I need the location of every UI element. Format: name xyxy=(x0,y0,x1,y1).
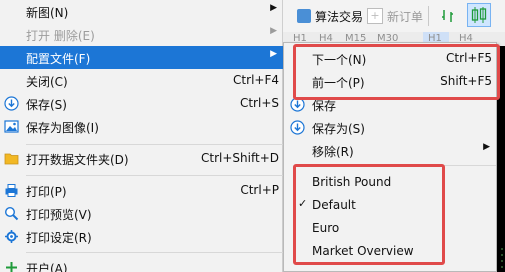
candlestick-chart-button[interactable] xyxy=(467,3,491,27)
menu-item-print-preview[interactable]: 打印预览(V) xyxy=(0,202,283,225)
submenu-item-prev-profile[interactable]: 前一个(P) Shift+F5 xyxy=(284,70,496,93)
algo-trading-button[interactable]: 算法交易 xyxy=(297,6,363,26)
submenu-divider xyxy=(312,165,496,166)
menu-item-open-data-folder[interactable]: 打开数据文件夹(D) Ctrl+Shift+D xyxy=(0,147,283,170)
menu-item-save-as-image[interactable]: 保存为图像(I) xyxy=(0,115,283,138)
submenu-item-profile-euro[interactable]: Euro xyxy=(284,217,496,240)
folder-icon xyxy=(4,153,19,165)
menu-item-label: 打印设定(R) xyxy=(26,231,92,245)
menu-item-shortcut: Ctrl+S xyxy=(239,96,279,110)
submenu-arrow-icon: ▶ xyxy=(483,142,490,152)
submenu-item-label: 下一个(N) xyxy=(312,53,367,67)
toolbar-divider xyxy=(428,6,429,26)
algo-trading-icon xyxy=(297,9,311,23)
menu-item-open-account[interactable]: 开户(A) xyxy=(0,256,283,272)
menu-divider xyxy=(26,144,283,145)
submenu-item-label: 前一个(P) xyxy=(312,76,365,90)
menu-divider xyxy=(26,252,283,253)
menu-item-label: 新图(N) xyxy=(26,6,69,20)
plus-icon: + xyxy=(367,8,383,24)
menu-item-label: 配置文件(F) xyxy=(26,52,91,66)
submenu-item-profile-market-overview[interactable]: Market Overview xyxy=(284,240,496,263)
image-icon xyxy=(4,120,19,133)
add-account-icon xyxy=(6,262,17,272)
candlestick-icon xyxy=(471,7,487,23)
submenu-item-save[interactable]: 保存 xyxy=(284,93,496,116)
menu-item-label: 关闭(C) xyxy=(26,75,68,89)
submenu-item-label: 保存为(S) xyxy=(312,122,365,136)
submenu-item-label: Euro xyxy=(312,221,340,235)
submenu-item-label: 移除(R) xyxy=(312,145,354,159)
bar-chart-icon[interactable] xyxy=(439,7,457,25)
menu-item-new-chart[interactable]: 新图(N) ▶ xyxy=(0,0,283,23)
menu-divider xyxy=(26,175,283,176)
menu-item-label: 保存为图像(I) xyxy=(26,121,99,135)
submenu-item-profile-default[interactable]: ✓ Default xyxy=(284,194,496,217)
menu-item-label: 开户(A) xyxy=(26,262,68,272)
submenu-item-save-as[interactable]: 保存为(S) xyxy=(284,116,496,139)
menu-item-label: 打开数据文件夹(D) xyxy=(26,153,129,167)
menu-item-label: 打印(P) xyxy=(26,185,67,199)
print-settings-icon xyxy=(5,230,18,243)
save-icon xyxy=(290,97,305,112)
save-icon xyxy=(4,96,19,111)
toolbar: 算法交易 + 新订单 xyxy=(283,0,505,33)
submenu-item-shortcut: Ctrl+F5 xyxy=(446,51,492,65)
submenu-arrow-icon: ▶ xyxy=(270,26,277,36)
menu-item-print[interactable]: 打印(P) Ctrl+P xyxy=(0,179,283,202)
algo-trading-label: 算法交易 xyxy=(315,9,364,24)
submenu-item-label: Market Overview xyxy=(312,244,414,258)
menu-item-shortcut: Ctrl+F4 xyxy=(233,73,279,87)
print-icon xyxy=(5,184,18,197)
file-menu: 新图(N) ▶ 打开 删除(E) ▶ 配置文件(F) ▶ 关闭(C) Ctrl+… xyxy=(0,0,283,272)
new-order-button[interactable]: + 新订单 xyxy=(367,6,423,26)
menu-item-shortcut: Ctrl+P xyxy=(240,183,279,197)
submenu-item-label: Default xyxy=(312,198,356,212)
menu-item-label: 打印预览(V) xyxy=(26,208,92,222)
save-as-icon xyxy=(290,120,305,135)
menu-item-print-settings[interactable]: 打印设定(R) xyxy=(0,225,283,248)
print-preview-icon xyxy=(4,206,19,221)
submenu-item-shortcut: Shift+F5 xyxy=(440,74,492,88)
menu-item-shortcut: Ctrl+Shift+D xyxy=(201,151,279,165)
menu-item-close[interactable]: 关闭(C) Ctrl+F4 xyxy=(0,69,283,92)
submenu-item-remove[interactable]: 移除(R) ▶ xyxy=(284,139,496,162)
menu-item-label: 保存(S) xyxy=(26,98,67,112)
menu-item-open-delete[interactable]: 打开 删除(E) ▶ xyxy=(0,23,283,46)
profiles-submenu: 下一个(N) Ctrl+F5 前一个(P) Shift+F5 保存 保存为(S)… xyxy=(283,42,497,272)
submenu-item-profile-british-pound[interactable]: British Pound xyxy=(284,171,496,194)
menu-item-save[interactable]: 保存(S) Ctrl+S xyxy=(0,92,283,115)
submenu-item-next-profile[interactable]: 下一个(N) Ctrl+F5 xyxy=(284,47,496,70)
checkmark-icon: ✓ xyxy=(298,197,308,210)
submenu-arrow-icon: ▶ xyxy=(270,3,277,13)
menu-item-profiles[interactable]: 配置文件(F) ▶ xyxy=(0,46,283,69)
submenu-arrow-icon: ▶ xyxy=(270,49,277,59)
submenu-item-label: British Pound xyxy=(312,175,392,189)
new-order-label: 新订单 xyxy=(387,9,424,24)
menu-item-label: 打开 删除(E) xyxy=(26,29,95,43)
submenu-item-label: 保存 xyxy=(312,99,337,113)
